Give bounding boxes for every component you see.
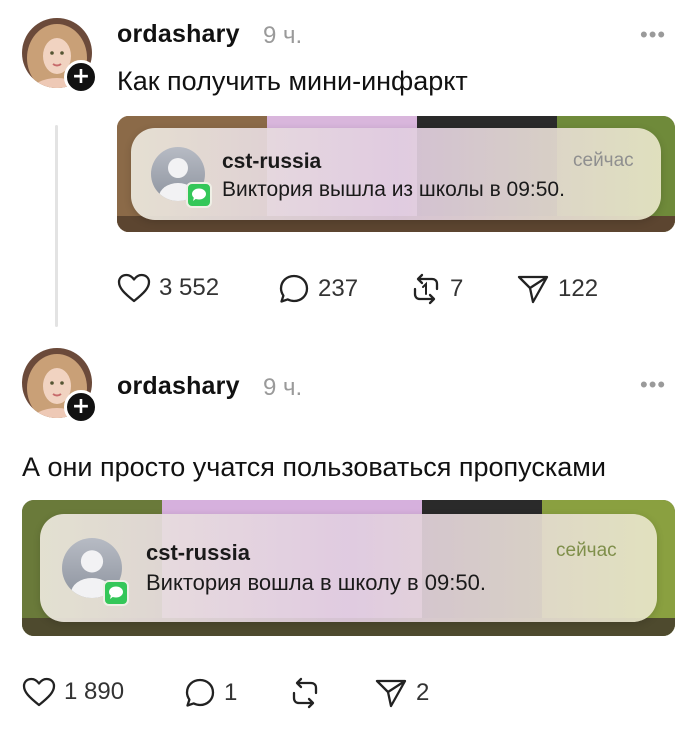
repost-count: 7 xyxy=(450,275,464,302)
reply-button[interactable]: 1 xyxy=(184,677,237,709)
follow-plus-icon[interactable]: + xyxy=(64,390,98,424)
post-time: 9 ч. xyxy=(263,22,303,49)
reply-count: 237 xyxy=(318,275,359,302)
like-button[interactable]: 1 890 xyxy=(22,677,124,707)
messages-icon xyxy=(186,182,212,208)
post-image[interactable]: cst-russia сейчас Виктория вышла из школ… xyxy=(117,116,675,232)
post-text: Как получить мини-инфаркт xyxy=(117,66,468,96)
messages-icon xyxy=(103,580,129,606)
comment-icon xyxy=(279,274,309,303)
send-icon xyxy=(375,679,407,708)
repost-button[interactable]: 7 xyxy=(410,273,463,305)
notification-message: Виктория вошла в школу в 09:50. xyxy=(146,570,486,595)
more-options-icon[interactable]: ••• xyxy=(640,372,666,398)
like-count: 1 890 xyxy=(64,678,125,705)
share-button[interactable]: 2 xyxy=(374,677,429,709)
repost-icon xyxy=(413,273,439,305)
notification[interactable]: cst-russia сейчас Виктория вышла из школ… xyxy=(131,128,661,220)
repost-button[interactable] xyxy=(289,677,329,709)
reply-count: 1 xyxy=(224,679,238,706)
share-count: 122 xyxy=(558,275,599,302)
share-button[interactable]: 122 xyxy=(516,273,598,305)
notification-message: Виктория вышла из школы в 09:50. xyxy=(222,178,565,201)
post-text: А они просто учатся пользоваться пропуск… xyxy=(22,452,606,482)
like-count: 3 552 xyxy=(159,274,220,301)
notification-time: сейчас xyxy=(556,540,617,561)
reply-button[interactable]: 237 xyxy=(278,273,358,305)
username[interactable]: ordashary xyxy=(117,372,240,401)
notification-time: сейчас xyxy=(573,150,634,171)
post-time: 9 ч. xyxy=(263,374,303,401)
follow-plus-icon[interactable]: + xyxy=(64,60,98,94)
share-count: 2 xyxy=(416,679,430,706)
repost-icon xyxy=(292,677,318,709)
notification-sender: cst-russia xyxy=(146,540,250,565)
username[interactable]: ordashary xyxy=(117,20,240,49)
post-image[interactable]: cst-russia сейчас Виктория вошла в школу… xyxy=(22,500,675,636)
heart-icon xyxy=(117,273,151,303)
send-icon xyxy=(517,275,549,304)
thread-line xyxy=(55,125,58,327)
like-button[interactable]: 3 552 xyxy=(117,273,219,303)
more-options-icon[interactable]: ••• xyxy=(640,22,666,48)
notification-sender: cst-russia xyxy=(222,150,322,173)
comment-icon xyxy=(185,678,215,707)
heart-icon xyxy=(22,677,56,707)
notification[interactable]: cst-russia сейчас Виктория вошла в школу… xyxy=(40,514,657,622)
